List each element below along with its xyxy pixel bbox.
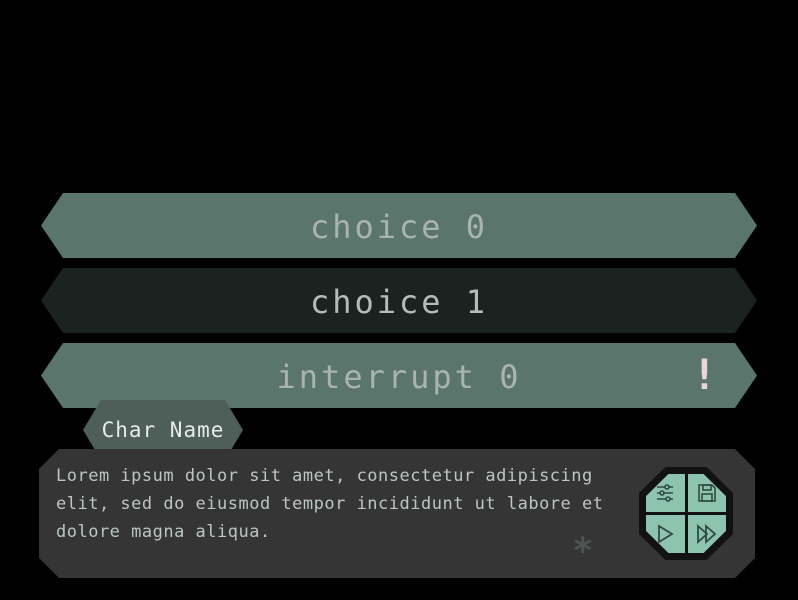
play-button[interactable]: [646, 515, 685, 553]
choice-button-0[interactable]: choice 0: [41, 193, 757, 258]
choice-label: interrupt 0: [276, 357, 522, 396]
continue-indicator-icon: *: [572, 531, 594, 572]
dialogue-box[interactable]: Lorem ipsum dolor sit amet, consectetur …: [39, 449, 755, 578]
choice-label: choice 1: [309, 282, 489, 321]
speaker-name: Char Name: [101, 418, 225, 442]
fast-forward-icon: [695, 523, 719, 545]
dialogue-text: Lorem ipsum dolor sit amet, consectetur …: [56, 466, 604, 542]
save-button[interactable]: [688, 474, 727, 512]
sliders-icon: [654, 482, 676, 504]
quick-menu: [639, 467, 733, 560]
save-icon: [696, 482, 718, 504]
skip-button[interactable]: [688, 515, 727, 553]
play-icon: [654, 523, 676, 545]
settings-button[interactable]: [646, 474, 685, 512]
interrupt-marker-icon: !: [691, 350, 717, 399]
choice-button-1[interactable]: choice 1: [41, 268, 757, 333]
interrupt-button-0[interactable]: interrupt 0 !: [41, 343, 757, 408]
choice-label: choice 0: [309, 207, 489, 246]
